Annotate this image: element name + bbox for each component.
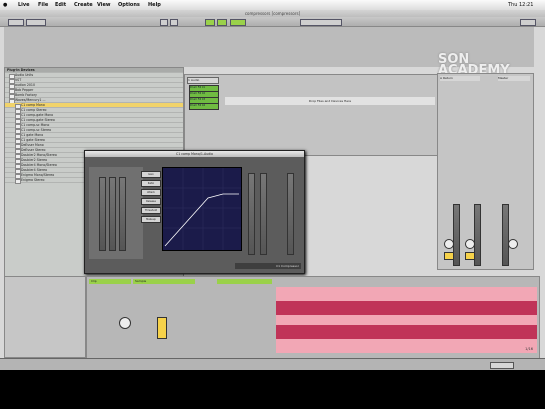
return-track-header[interactable]: A Return xyxy=(440,76,480,81)
master-track-header[interactable]: Master xyxy=(498,76,530,81)
waveform-channel-left xyxy=(276,301,537,315)
punch-button[interactable] xyxy=(230,19,246,26)
browser-item-label: C1 comp Stereo xyxy=(21,108,47,112)
plugin-param-button[interactable]: Attack xyxy=(141,189,161,196)
track-header[interactable]: 1 Audio xyxy=(187,77,219,84)
plugin-controls xyxy=(89,167,143,259)
browser-item-label: Doubler4 Stereo xyxy=(21,168,48,172)
waveform-channel-right xyxy=(276,325,537,339)
browser-item-label: Enigma Mono/Stereo xyxy=(21,173,55,177)
browser-item-label: Doubler2 Stereo xyxy=(21,158,48,162)
play-icon[interactable] xyxy=(160,19,168,26)
plugin-param-button[interactable]: Ratio xyxy=(141,180,161,187)
browser-item-label: DeEsser Mono xyxy=(21,143,44,147)
browser-item-label: C1 comp-gate Mono xyxy=(21,113,54,117)
browser-item-label: Doubler2 Mono/Stereo xyxy=(21,153,57,157)
stop-icon[interactable] xyxy=(170,19,178,26)
makeup-slider[interactable] xyxy=(260,173,267,255)
position-field[interactable] xyxy=(300,19,342,26)
browser-item-label: C1 gate Stereo xyxy=(21,138,45,142)
browser-item-label: VST xyxy=(15,78,22,82)
cpu-meter xyxy=(520,19,536,26)
record-button[interactable] xyxy=(205,19,215,26)
sample-waveform[interactable]: 1/16 xyxy=(276,287,537,353)
plugin-brand: C1 Compressor xyxy=(235,263,301,269)
drop-zone[interactable]: Drop Files and Devices Here xyxy=(225,97,435,105)
browser-item-label: C1 comp-sc Mono xyxy=(21,123,50,127)
browser-item-label: Enigma Stereo xyxy=(21,178,45,182)
pan-knob-1[interactable] xyxy=(444,239,454,249)
warp-button[interactable] xyxy=(157,317,167,339)
volume-fader-master[interactable] xyxy=(502,204,509,266)
plugin-param-button[interactable]: Threshold xyxy=(141,207,161,214)
apple-icon[interactable]: ● xyxy=(3,2,7,8)
browser-item-label: Audio Units xyxy=(15,73,34,77)
pan-knob-master[interactable] xyxy=(508,239,518,249)
compression-curve-graph[interactable] xyxy=(162,167,242,251)
menu-view[interactable]: View xyxy=(97,2,111,8)
browser-item-label: C1 comp Mono xyxy=(21,103,45,107)
browser-item-label: Waves/Mercury1 ... xyxy=(15,98,46,102)
menu-edit[interactable]: Edit xyxy=(55,2,66,8)
c1-compressor-window: C1 comp Mono/1-Audio Gain Ratio Attack Rele… xyxy=(84,150,305,274)
volume-fader-1[interactable] xyxy=(453,204,460,266)
loop-button[interactable] xyxy=(217,19,227,26)
plugin-param-button[interactable]: Makeup xyxy=(141,216,161,223)
browser-item-label: C1 comp-gate Stereo xyxy=(21,118,55,122)
track-activator-2[interactable] xyxy=(465,252,475,260)
browser-item-label: DeEsser Stereo xyxy=(21,148,46,152)
track-activator-1[interactable] xyxy=(444,252,454,260)
threshold-slider[interactable] xyxy=(248,173,255,255)
menu-file[interactable]: File xyxy=(38,2,48,8)
volume-fader-2[interactable] xyxy=(474,204,481,266)
browser-item-label: Doubler4 Mono/Stereo xyxy=(21,163,57,167)
sample-box-header[interactable]: Sample xyxy=(133,279,195,284)
browser-item-label: Bomb Factory xyxy=(15,93,37,97)
session-view: 1 Audio Drum Fill 01 Drum Fill 02 Drum Fil… xyxy=(184,74,441,156)
info-view xyxy=(4,276,86,358)
plugin-title: C1 comp Mono/1-Audio xyxy=(85,151,304,157)
compression-curve xyxy=(164,193,239,247)
pan-knob-2[interactable] xyxy=(465,239,475,249)
transpose-knob[interactable] xyxy=(119,317,131,329)
browser-item-label: Bob Pepper xyxy=(15,88,34,92)
output-slider[interactable] xyxy=(287,173,294,255)
menu-help[interactable]: Help xyxy=(148,2,161,8)
envelope-box-header[interactable] xyxy=(217,279,272,284)
plugin-param-button[interactable]: Gain xyxy=(141,171,161,178)
page-indicator: 1/16 xyxy=(525,347,533,351)
letterbox-footer xyxy=(0,370,545,409)
plugin-param-button[interactable]: Release xyxy=(141,198,161,205)
tap-button[interactable] xyxy=(8,19,24,26)
output-meter xyxy=(119,177,126,251)
input-meter xyxy=(99,177,106,251)
tempo-field[interactable] xyxy=(26,19,46,26)
browser-item-label: C1 gate Mono xyxy=(21,133,44,137)
mixer-section: A Return Master xyxy=(437,73,534,270)
browser-item-label: C1 comp-sc Stereo xyxy=(21,128,52,132)
gain-reduction-meter xyxy=(109,177,116,251)
transport-bar xyxy=(0,17,545,27)
clock: Thu 12:21 xyxy=(508,2,534,8)
menu-create[interactable]: Create xyxy=(74,2,93,8)
menu-options[interactable]: Options xyxy=(118,2,140,8)
browser-title: Plug-in Devices xyxy=(7,68,35,72)
clip-slot[interactable]: Drum Fill 04 xyxy=(189,103,219,110)
browser-item-label: audion 2010 xyxy=(15,83,35,87)
curve-svg xyxy=(163,168,241,250)
menu-live[interactable]: Live xyxy=(18,2,30,8)
track-selector[interactable] xyxy=(490,362,514,369)
clip-box-header[interactable]: Clip xyxy=(89,279,131,284)
window-title: compressors [compressors] xyxy=(0,10,545,17)
